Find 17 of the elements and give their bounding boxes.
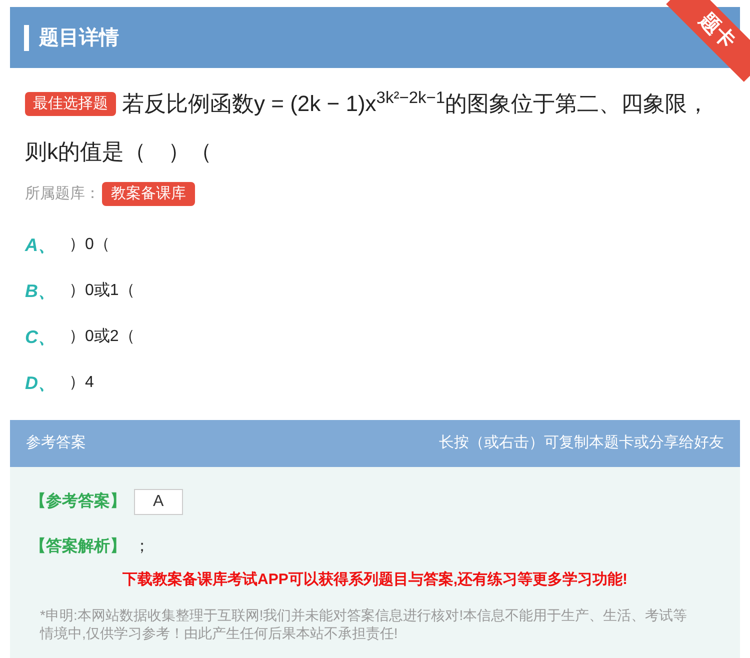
option-row[interactable]: A、 ）0（ xyxy=(25,222,725,268)
bank-label: 所属题库： xyxy=(25,184,100,204)
option-row[interactable]: B、 ）0或1（ xyxy=(25,268,725,314)
answer-label: 【参考答案】 xyxy=(30,491,126,512)
analysis-text: ； xyxy=(134,537,150,557)
analysis-label: 【答案解析】 xyxy=(30,536,126,557)
share-hint: 长按（或右击）可复制本题卡或分享给好友 xyxy=(439,433,724,454)
accent-bar xyxy=(24,24,29,50)
option-row[interactable]: D、 ）4 xyxy=(25,360,725,406)
promo-text: 下载教案备课库考试APP可以获得系列题目与答案,还有练习等更多学习功能! xyxy=(121,570,628,590)
disclaimer-text: *申明:本网站数据收集整理于互联网!我们并未能对答案信息进行核对!本信息不能用于生产、生活、考试等情境中,仅供学习参考！由此产生任何后果本站不承担责任! xyxy=(38,606,688,642)
question-text: 最佳选择题 若反比例函数y = (2k − 1)x$^{3k²−2k−1}$的图象位于第二、四象限，则k的值是（ ）（ xyxy=(25,88,710,166)
header-title: 题目详情 xyxy=(39,26,119,50)
option-row[interactable]: C、 ）0或2（ xyxy=(25,314,725,360)
answer-title: 参考答案 xyxy=(26,433,86,454)
answer-value: A xyxy=(134,489,183,515)
bank-tag: 教案备课库 xyxy=(102,182,195,206)
